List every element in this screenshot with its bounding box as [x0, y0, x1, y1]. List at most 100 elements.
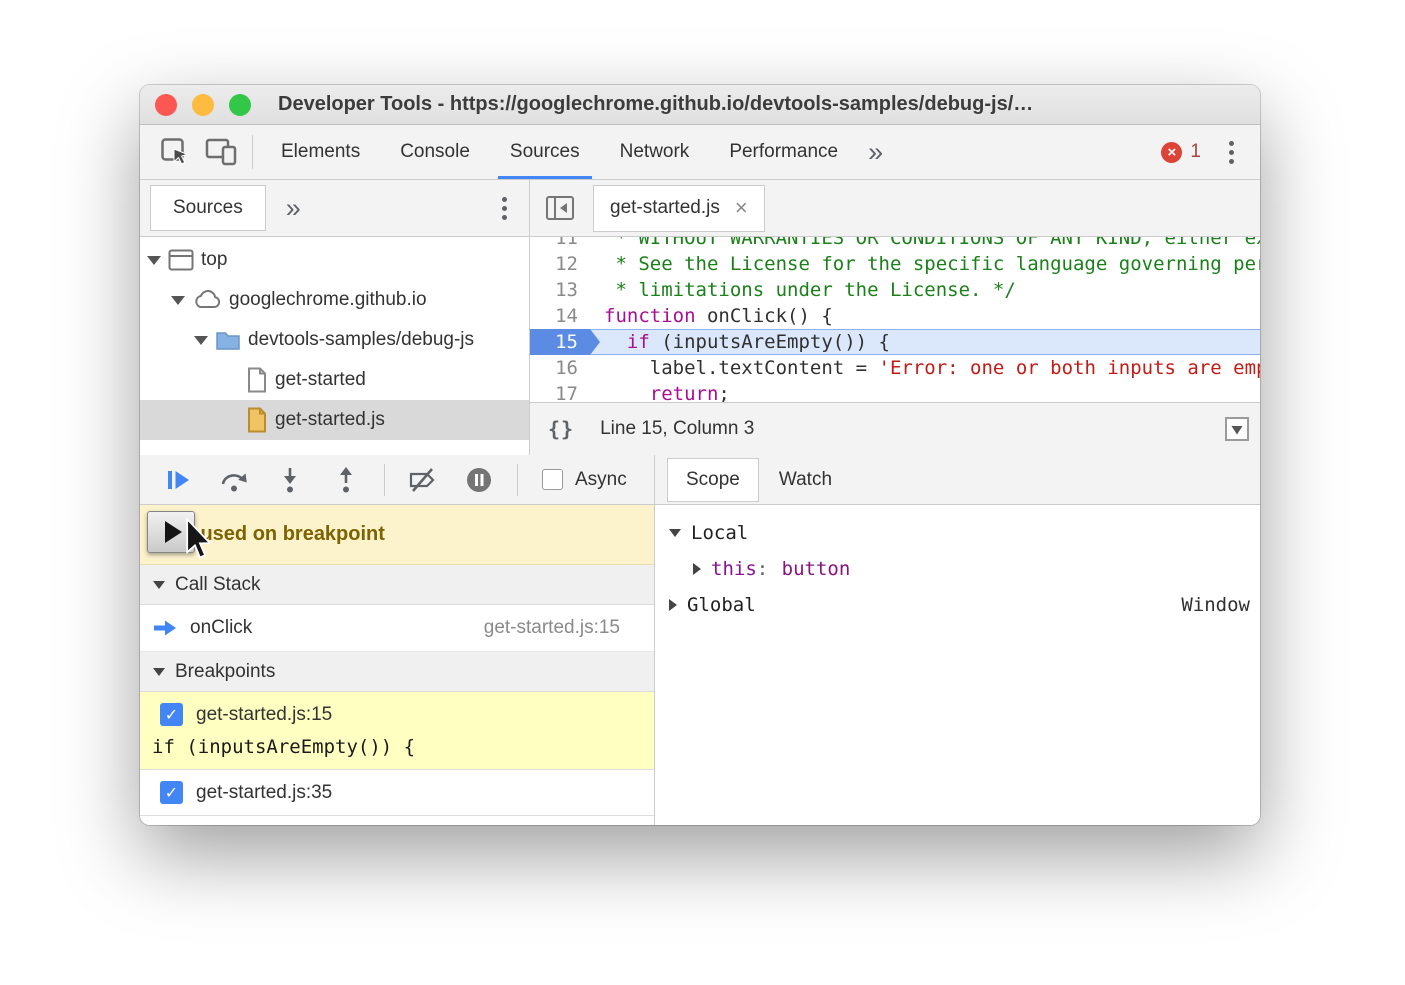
expand-triangle-icon[interactable] [194, 336, 208, 345]
navigator-tab-sources[interactable]: Sources [150, 185, 266, 231]
code-line: 12 * See the License for the specific la… [530, 251, 1260, 277]
tree-item-domain[interactable]: googlechrome.github.io [140, 280, 529, 320]
scope-local-label: Local [691, 522, 748, 544]
breakpoints-header[interactable]: Breakpoints [140, 652, 654, 692]
collapse-triangle-icon[interactable] [153, 581, 165, 589]
line-number[interactable]: 13 [530, 277, 590, 303]
breakpoint-checkbox[interactable]: ✓ [160, 703, 183, 726]
call-stack-location[interactable]: get-started.js:15 [484, 617, 620, 639]
tab-scope[interactable]: Scope [667, 458, 759, 502]
line-number[interactable]: 16 [530, 355, 590, 381]
navigator-more-chevron-icon[interactable]: » [286, 195, 301, 222]
mouse-cursor-icon [182, 517, 210, 561]
scope-this-row[interactable]: this: button [655, 551, 1260, 587]
close-window-button[interactable] [155, 94, 177, 116]
tab-elements[interactable]: Elements [261, 125, 380, 179]
line-number[interactable]: 12 [530, 251, 590, 277]
expand-triangle-icon[interactable] [669, 599, 677, 611]
step-over-button[interactable] [206, 459, 262, 501]
scope-separator: : [757, 558, 768, 580]
code-line: 11 * WITHOUT WARRANTIES OR CONDITIONS OF… [530, 237, 1260, 251]
tree-item-label: top [201, 249, 227, 271]
execution-arrow-icon [152, 618, 178, 638]
cloud-icon [192, 289, 222, 311]
tab-performance[interactable]: Performance [709, 125, 858, 179]
step-out-button[interactable] [318, 459, 374, 501]
line-number[interactable]: 11 [530, 237, 590, 251]
call-stack-header[interactable]: Call Stack [140, 565, 654, 605]
call-stack-frame[interactable]: onClick get-started.js:15 [140, 605, 654, 652]
code-line: 17 return; [530, 381, 1260, 402]
code-editor[interactable]: 11 * WITHOUT WARRANTIES OR CONDITIONS OF… [530, 237, 1260, 402]
device-toolbar-icon[interactable] [198, 131, 244, 173]
tab-network-label: Network [620, 141, 690, 163]
resume-script-button[interactable] [150, 459, 206, 501]
execution-pointer-line-number[interactable]: 15 [530, 329, 590, 355]
error-badge[interactable]: × 1 [1161, 141, 1201, 163]
pretty-print-icon[interactable]: {} [548, 417, 574, 441]
main-menu-kebab-icon[interactable] [1223, 137, 1240, 168]
file-icon [246, 367, 268, 393]
code-text: * See the License for the specific langu… [590, 251, 1260, 277]
minimize-window-button[interactable] [192, 94, 214, 116]
step-into-button[interactable] [262, 459, 318, 501]
tree-item-folder[interactable]: devtools-samples/debug-js [140, 320, 529, 360]
editor-file-tab[interactable]: get-started.js × [593, 185, 765, 232]
editor-status-bar: {} Line 15, Column 3 [530, 402, 1260, 455]
tree-item-label: devtools-samples/debug-js [248, 329, 474, 351]
cursor-position-text: Line 15, Column 3 [600, 418, 754, 440]
toolbar-separator [384, 464, 385, 496]
breakpoint-entry-active[interactable]: ✓ get-started.js:15 if (inputsAreEmpty()… [140, 692, 654, 770]
line-number[interactable]: 17 [530, 381, 590, 402]
pause-on-exceptions-button[interactable] [451, 459, 507, 501]
collapse-triangle-icon[interactable] [669, 529, 681, 537]
code-line: 16 label.textContent = 'Error: one or bo… [530, 355, 1260, 381]
inspect-icon[interactable] [152, 131, 198, 173]
tree-item-get-started[interactable]: get-started [140, 360, 529, 400]
tree-item-label: get-started [275, 369, 366, 391]
tree-item-get-started-js[interactable]: get-started.js [140, 400, 529, 440]
code-line: 14function onClick() { [530, 303, 1260, 329]
devtools-main-toolbar: Elements Console Sources Network Perform… [140, 125, 1260, 180]
more-panels-chevron-icon[interactable]: » [858, 139, 893, 166]
tab-network[interactable]: Network [600, 125, 710, 179]
editor-file-tab-label: get-started.js [610, 197, 720, 219]
debugger-toolbar: Async [140, 455, 654, 505]
async-checkbox-group[interactable]: Async [542, 469, 627, 491]
tab-watch[interactable]: Watch [775, 469, 836, 491]
navigator-menu-kebab-icon[interactable] [496, 193, 513, 224]
scope-global-value: Window [1181, 594, 1250, 616]
async-checkbox[interactable] [542, 469, 563, 490]
tree-item-top[interactable]: top [140, 240, 529, 280]
toolbar-separator [517, 464, 518, 496]
tab-console[interactable]: Console [380, 125, 490, 179]
title-bar[interactable]: Developer Tools - https://googlechrome.g… [140, 85, 1260, 125]
toggle-navigator-icon[interactable] [545, 194, 575, 222]
call-stack-function: onClick [190, 617, 252, 639]
deactivate-breakpoints-button[interactable] [395, 459, 451, 501]
tab-sources[interactable]: Sources [490, 125, 600, 179]
zoom-window-button[interactable] [229, 94, 251, 116]
tab-console-label: Console [400, 141, 470, 163]
desktop-background: Developer Tools - https://googlechrome.g… [0, 0, 1405, 985]
code-line-current: 15 if (inputsAreEmpty()) { [530, 329, 1260, 355]
breakpoint-checkbox[interactable]: ✓ [160, 781, 183, 804]
panel-dropdown-icon[interactable] [1224, 416, 1250, 442]
code-text: return; [590, 381, 1260, 402]
breakpoint-entry[interactable]: ✓ get-started.js:35 [140, 770, 654, 816]
scope-body: Local this: button Global Window [655, 505, 1260, 825]
scope-global-row[interactable]: Global Window [655, 587, 1260, 623]
expand-triangle-icon[interactable] [171, 296, 185, 305]
close-tab-icon[interactable]: × [735, 197, 748, 219]
expand-triangle-icon[interactable] [147, 256, 161, 265]
line-number[interactable]: 14 [530, 303, 590, 329]
toolbar-right: × 1 [1161, 137, 1260, 168]
scope-local-row[interactable]: Local [655, 515, 1260, 551]
collapse-triangle-icon[interactable] [153, 668, 165, 676]
tree-item-label: googlechrome.github.io [229, 289, 427, 311]
devtools-content: Sources » top [140, 180, 1260, 825]
code-line: 13 * limitations under the License. */ [530, 277, 1260, 303]
scope-pane: Scope Watch Local this: button [655, 455, 1260, 825]
devtools-window: Developer Tools - https://googlechrome.g… [140, 85, 1260, 825]
expand-triangle-icon[interactable] [693, 563, 701, 575]
